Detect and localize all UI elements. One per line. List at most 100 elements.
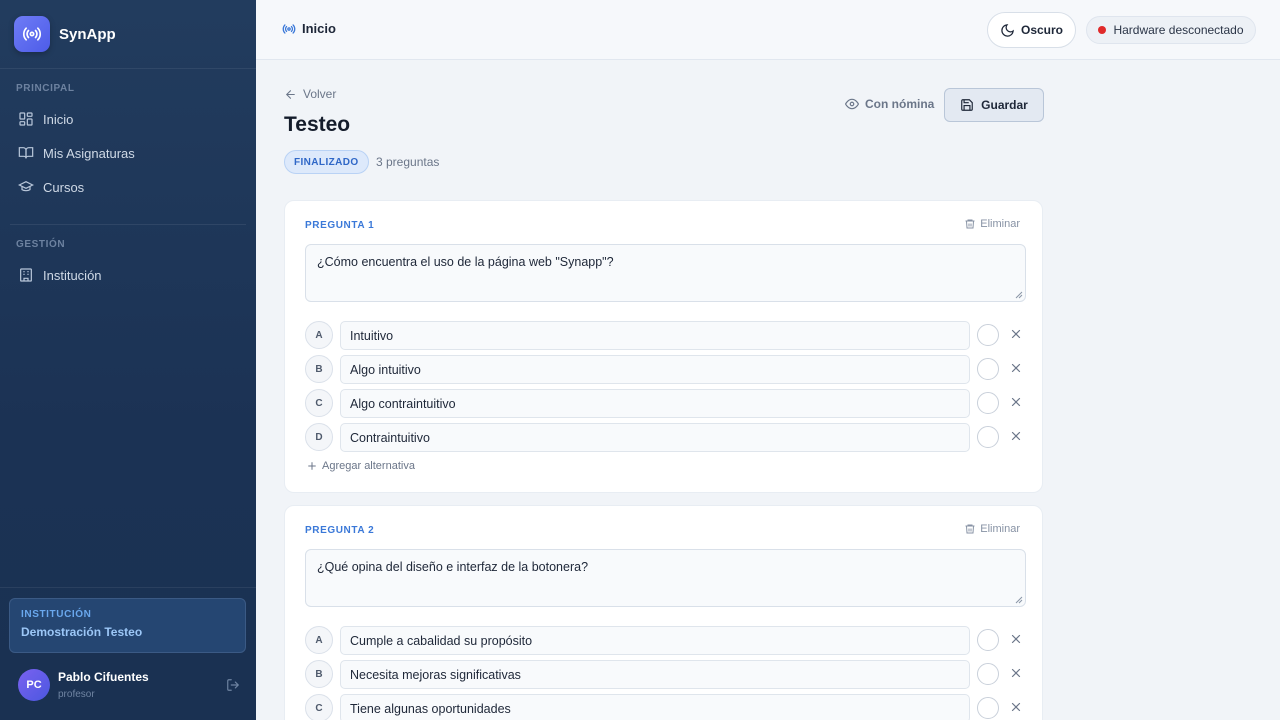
status-dot-icon: [1098, 26, 1107, 34]
add-alternative-button[interactable]: Agregar alternativa: [307, 460, 415, 472]
correct-answer-radio[interactable]: [977, 697, 999, 719]
resize-grip-icon[interactable]: [1015, 291, 1023, 299]
question-label: PREGUNTA 2: [305, 525, 375, 536]
breadcrumb-label: Inicio: [302, 21, 336, 36]
alternative-input[interactable]: Algo contraintuitivo: [340, 389, 970, 418]
close-icon[interactable]: [1010, 633, 1022, 645]
delete-question-button[interactable]: Eliminar: [964, 523, 1020, 535]
sidebar-item-mis-asignaturas[interactable]: Mis Asignaturas: [8, 136, 248, 170]
delete-question-button[interactable]: Eliminar: [964, 218, 1020, 230]
question-text-input[interactable]: ¿Qué opina del diseño e interfaz de la b…: [305, 549, 1026, 607]
user-info: Pablo Cifuentes profesor: [58, 670, 149, 700]
broadcast-icon: [14, 16, 50, 52]
nomina-toggle[interactable]: Con nómina: [845, 97, 934, 111]
theme-toggle-button[interactable]: Oscuro: [987, 12, 1076, 48]
plus-icon: [308, 462, 316, 470]
sidebar-divider: [0, 587, 256, 588]
trash-icon: [965, 219, 975, 229]
trash-icon: [965, 524, 975, 534]
sidebar: SynApp PRINCIPAL Inicio Mis Asignaturas …: [0, 0, 256, 720]
brand-name: SynApp: [59, 25, 116, 43]
sidebar-item-institucion[interactable]: Institución: [8, 258, 248, 292]
question-card: PREGUNTA 1 Eliminar ¿Cómo encuentra el u…: [284, 200, 1043, 493]
logout-icon[interactable]: [226, 678, 240, 697]
book-icon: [18, 147, 34, 159]
alternative-row: A Cumple a cabalidad su propósito: [305, 626, 1030, 655]
question-card: PREGUNTA 2 Eliminar ¿Qué opina del diseñ…: [284, 505, 1043, 720]
alternative-letter: C: [305, 694, 333, 720]
question-text: ¿Qué opina del diseño e interfaz de la b…: [317, 560, 589, 574]
correct-answer-radio[interactable]: [977, 426, 999, 448]
user-role: profesor: [58, 689, 95, 700]
alternative-row: B Algo intuitivo: [305, 355, 1030, 384]
alternative-row: D Contraintuitivo: [305, 423, 1030, 452]
sidebar-item-cursos[interactable]: Cursos: [8, 170, 248, 204]
moon-icon: [1001, 23, 1014, 37]
correct-answer-radio[interactable]: [977, 663, 999, 685]
save-icon: [961, 99, 973, 111]
alternative-letter: B: [305, 660, 333, 688]
question-text: ¿Cómo encuentra el uso de la página web …: [317, 255, 614, 269]
grid-icon: [19, 112, 33, 126]
back-label: Volver: [303, 87, 337, 101]
building-icon: [20, 268, 32, 282]
back-link[interactable]: Volver: [284, 87, 336, 101]
nav-section-principal: PRINCIPAL Inicio Mis Asignaturas Cursos: [0, 69, 256, 204]
sidebar-item-inicio[interactable]: Inicio: [8, 102, 248, 136]
arrow-left-icon: [285, 89, 295, 99]
sidebar-item-label: Institución: [43, 267, 102, 283]
alternative-row: C Tiene algunas oportunidades: [305, 694, 1030, 720]
sidebar-item-label: Inicio: [43, 111, 74, 127]
alternative-row: B Necesita mejoras significativas: [305, 660, 1030, 689]
user-profile: PC Pablo Cifuentes profesor: [18, 669, 240, 701]
close-icon[interactable]: [1010, 667, 1022, 679]
correct-answer-radio[interactable]: [977, 324, 999, 346]
save-label: Guardar: [981, 98, 1028, 112]
brand[interactable]: SynApp: [0, 0, 256, 69]
correct-answer-radio[interactable]: [977, 358, 999, 380]
alternative-row: C Algo contraintuitivo: [305, 389, 1030, 418]
alternative-letter: A: [305, 321, 333, 349]
sidebar-item-label: Cursos: [43, 179, 85, 195]
close-icon[interactable]: [1010, 396, 1022, 408]
correct-answer-radio[interactable]: [977, 392, 999, 414]
question-count: 3 preguntas: [376, 155, 440, 169]
alternative-input[interactable]: Tiene algunas oportunidades: [340, 694, 970, 720]
theme-toggle-label: Oscuro: [1020, 23, 1063, 37]
breadcrumb[interactable]: Inicio: [282, 21, 336, 36]
hardware-status-badge: Hardware desconectado: [1086, 16, 1256, 44]
nav-section-gestion: GESTIÓN Institución: [0, 225, 256, 292]
topbar: Inicio Oscuro Hardware desconectado: [256, 0, 1280, 60]
question-text-input[interactable]: ¿Cómo encuentra el uso de la página web …: [305, 244, 1026, 302]
avatar: PC: [18, 669, 50, 701]
page-title: Testeo: [284, 113, 351, 136]
nav-heading: GESTIÓN: [16, 239, 66, 250]
close-icon[interactable]: [1010, 430, 1022, 442]
correct-answer-radio[interactable]: [977, 629, 999, 651]
alternative-input[interactable]: Contraintuitivo: [340, 423, 970, 452]
alternative-row: A Intuitivo: [305, 321, 1030, 350]
save-button[interactable]: Guardar: [944, 88, 1044, 122]
alternative-input[interactable]: Necesita mejoras significativas: [340, 660, 970, 689]
institution-card[interactable]: INSTITUCIÓN Demostración Testeo: [9, 598, 246, 653]
graduation-cap-icon: [18, 180, 34, 192]
eye-icon: [845, 98, 859, 110]
alternative-input[interactable]: Algo intuitivo: [340, 355, 970, 384]
alternative-letter: C: [305, 389, 333, 417]
institution-name: Demostración Testeo: [21, 625, 143, 639]
alternative-input[interactable]: Intuitivo: [340, 321, 970, 350]
add-alternative-label: Agregar alternativa: [322, 460, 415, 472]
resize-grip-icon[interactable]: [1015, 596, 1023, 604]
nav-heading: PRINCIPAL: [16, 83, 75, 94]
nomina-label: Con nómina: [865, 97, 935, 111]
close-icon[interactable]: [1010, 701, 1022, 713]
alternative-input[interactable]: Cumple a cabalidad su propósito: [340, 626, 970, 655]
alternative-letter: A: [305, 626, 333, 654]
close-icon[interactable]: [1010, 328, 1022, 340]
question-label: PREGUNTA 1: [305, 220, 375, 231]
status-badge: FINALIZADO: [284, 150, 369, 174]
broadcast-icon: [282, 23, 296, 34]
close-icon[interactable]: [1010, 362, 1022, 374]
institution-label: INSTITUCIÓN: [21, 609, 92, 620]
delete-label: Eliminar: [980, 218, 1020, 230]
